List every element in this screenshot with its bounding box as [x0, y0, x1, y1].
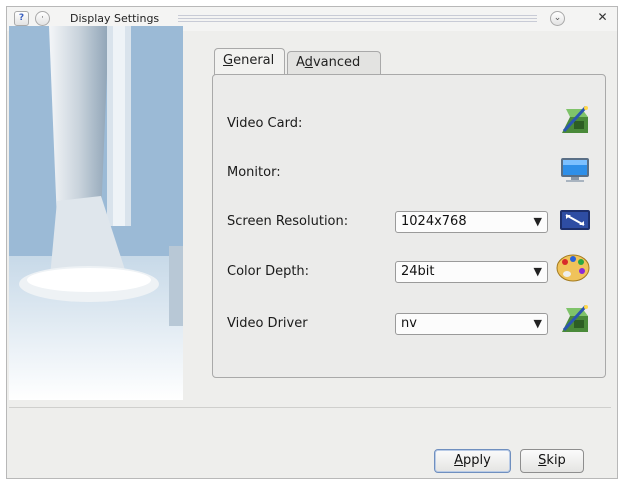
color-depth-label: Color Depth:: [227, 264, 310, 279]
side-banner-image: [9, 26, 183, 400]
video-driver-select[interactable]: nv ▼: [395, 313, 548, 335]
video-driver-value: nv: [401, 316, 417, 331]
video-card-label: Video Card:: [227, 116, 303, 131]
monitor-icon[interactable]: [558, 155, 592, 185]
chevron-down-icon: ▼: [533, 265, 542, 278]
color-palette-icon[interactable]: [555, 252, 590, 282]
tab-advanced-mnemonic: d: [304, 55, 313, 70]
tab-advanced-label-prefix: A: [296, 55, 305, 70]
graphics-card-wizard-icon[interactable]: [558, 304, 592, 334]
tab-general-mnemonic: G: [223, 53, 234, 68]
skip-label: kip: [546, 453, 566, 468]
footer-divider: [9, 407, 611, 408]
monitor-label: Monitor:: [227, 165, 281, 180]
apply-label: pply: [463, 453, 491, 468]
display-resolution-icon[interactable]: [558, 205, 592, 235]
menu-icon: ·: [41, 13, 44, 23]
close-button[interactable]: ✕: [595, 11, 610, 26]
screen-resolution-select[interactable]: 1024x768 ▼: [395, 211, 548, 233]
tab-general[interactable]: General: [214, 48, 285, 75]
color-depth-value: 24bit: [401, 264, 435, 279]
chevron-down-icon: ▼: [533, 215, 542, 228]
apply-mnemonic: A: [454, 453, 464, 468]
apply-button[interactable]: Apply: [434, 449, 511, 473]
tab-advanced[interactable]: Advanced: [287, 51, 381, 74]
video-driver-label: Video Driver: [227, 316, 308, 331]
graphics-card-wizard-icon[interactable]: [558, 105, 592, 135]
window-title: Display Settings: [70, 12, 160, 25]
tab-general-label: eneral: [233, 53, 275, 68]
minimize-button[interactable]: ⌄: [550, 11, 565, 26]
chevron-down-icon: ▼: [533, 317, 542, 330]
screen-resolution-value: 1024x768: [401, 214, 467, 229]
skip-button[interactable]: Skip: [520, 449, 584, 473]
tab-advanced-label: vanced: [312, 55, 361, 70]
help-icon: ?: [18, 13, 25, 23]
monitor-photo: [9, 26, 183, 400]
color-depth-select[interactable]: 24bit ▼: [395, 261, 548, 283]
close-icon: ✕: [597, 10, 608, 24]
help-button[interactable]: ?: [14, 11, 29, 26]
chevron-down-icon: ⌄: [553, 13, 562, 23]
window-menu-button[interactable]: ·: [35, 11, 50, 26]
title-bar-decoration: [178, 15, 537, 24]
screen-resolution-label: Screen Resolution:: [227, 214, 349, 229]
